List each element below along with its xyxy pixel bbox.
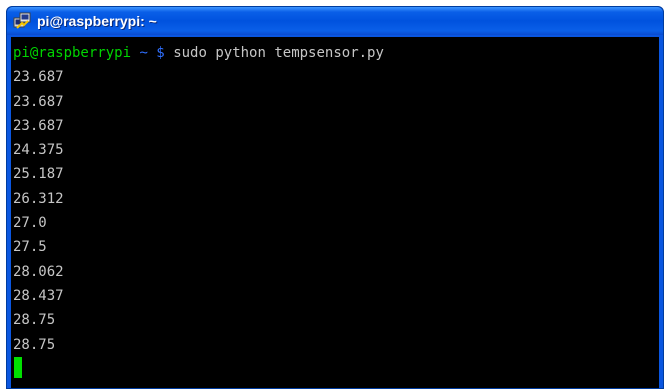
output-line: 23.687 [13,117,64,134]
putty-icon[interactable] [13,12,31,30]
prompt-path: ~ $ [139,45,165,61]
window-title: pi@raspberrypi: ~ [37,13,157,29]
title-bar[interactable]: pi@raspberrypi: ~ [7,7,663,35]
terminal-output[interactable]: pi@raspberrypi ~ $ sudo python tempsenso… [11,37,659,388]
command-line: pi@raspberrypi ~ $ sudo python tempsenso… [13,41,659,65]
output-line: 28.75 [13,312,56,329]
terminal-window: pi@raspberrypi: ~ pi@raspberrypi ~ $ sud… [6,6,664,389]
output-line: 25.187 [13,166,64,183]
command-text: sudo python tempsensor.py [173,45,384,61]
output-line: 27.5 [13,239,47,256]
output-line: 23.687 [13,69,64,86]
output-line: 23.687 [13,93,64,110]
output-line: 26.312 [13,190,64,207]
prompt-user: pi@raspberrypi [13,45,132,61]
output-line: 28.437 [13,287,64,304]
output-line: 27.0 [13,215,47,232]
text-cursor [14,356,22,378]
cursor-line [13,356,659,381]
output-line: 28.062 [13,263,64,280]
output-line: 24.375 [13,142,64,159]
output-line: 28.75 [13,336,56,353]
